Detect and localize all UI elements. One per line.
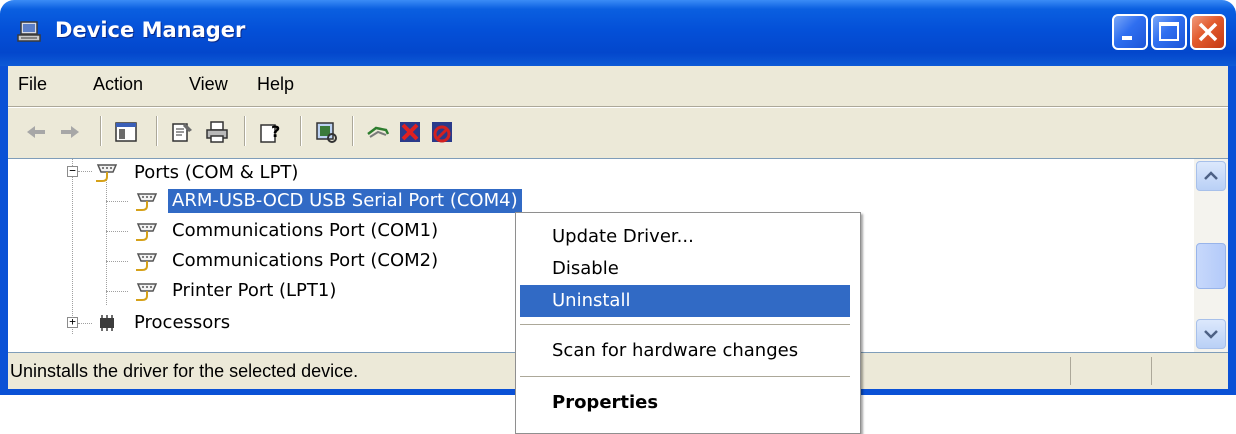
context-menu: Update Driver... Disable Uninstall Scan … — [515, 212, 861, 434]
toolbar-separator — [352, 116, 354, 146]
toolbar-separator — [300, 116, 302, 146]
tree-category-label: Ports (COM & LPT) — [134, 162, 299, 183]
port-icon — [136, 253, 158, 271]
processor-icon — [100, 315, 114, 331]
maximize-icon — [1159, 22, 1179, 41]
menu-item-label: Uninstall — [552, 290, 631, 311]
scan-hardware-icon[interactable] — [314, 120, 338, 144]
scroll-thumb[interactable] — [1196, 243, 1226, 289]
menu-item-label: Disable — [552, 258, 619, 279]
menu-item-label: Scan for hardware changes — [552, 340, 799, 361]
toolbar-separator — [100, 116, 102, 146]
back-arrow-icon[interactable] — [24, 120, 48, 144]
port-icon — [136, 223, 158, 241]
close-icon — [1198, 22, 1218, 42]
menu-action[interactable]: Action — [93, 74, 143, 95]
printer-port-icon — [136, 283, 158, 301]
device-manager-window: Device Manager File Action View Help ? −… — [0, 0, 1236, 434]
tree-item-label: Communications Port (COM1) — [172, 220, 439, 241]
minimize-button[interactable] — [1112, 14, 1148, 50]
scroll-up-button[interactable] — [1196, 161, 1226, 191]
window-title: Device Manager — [55, 18, 246, 42]
port-icon — [136, 193, 158, 211]
window-frame-right — [1228, 66, 1236, 419]
toolbar-separator — [244, 116, 246, 146]
show-hide-console-tree-icon[interactable] — [114, 120, 138, 144]
collapse-sign: − — [69, 164, 76, 177]
chevron-up-icon — [1204, 171, 1218, 180]
expand-toggle[interactable]: + — [67, 315, 78, 328]
toolbar-separator — [156, 116, 158, 146]
port-icon — [96, 164, 118, 182]
vertical-scrollbar[interactable] — [1194, 159, 1228, 352]
tree-item-label-selected: ARM-USB-OCD USB Serial Port (COM4) — [167, 188, 523, 214]
minimize-icon — [1122, 36, 1132, 40]
menu-item-disable[interactable]: Disable — [520, 253, 850, 285]
disable-icon[interactable] — [430, 120, 454, 144]
menu-view[interactable]: View — [189, 74, 228, 95]
menu-item-scan-hardware[interactable]: Scan for hardware changes — [520, 335, 850, 367]
tree-item-label: Communications Port (COM2) — [172, 250, 439, 271]
maximize-button[interactable] — [1151, 14, 1187, 50]
menu-bar: File Action View Help — [8, 66, 1228, 106]
uninstall-icon[interactable] — [398, 120, 422, 144]
forward-arrow-icon[interactable] — [58, 120, 82, 144]
help-icon[interactable]: ? — [258, 120, 282, 144]
tree-category-label: Processors — [134, 312, 231, 333]
print-icon[interactable] — [205, 120, 229, 144]
menu-item-properties[interactable]: Properties — [520, 387, 850, 419]
device-manager-icon — [17, 21, 41, 42]
status-divider — [1070, 357, 1071, 385]
scroll-down-button[interactable] — [1196, 319, 1226, 349]
menu-file[interactable]: File — [18, 74, 47, 95]
tree-item-arm-usb-ocd[interactable]: ARM-USB-OCD USB Serial Port (COM4) — [8, 187, 608, 215]
window-frame-left — [0, 66, 8, 419]
tree-item-label: Printer Port (LPT1) — [172, 280, 337, 301]
properties-icon[interactable] — [170, 120, 194, 144]
status-divider — [1151, 357, 1152, 385]
title-bar[interactable]: Device Manager — [0, 0, 1236, 66]
status-text: Uninstalls the driver for the selected d… — [10, 361, 359, 381]
menu-item-label: Properties — [552, 392, 659, 413]
collapse-toggle[interactable]: − — [67, 164, 78, 177]
menu-help[interactable]: Help — [257, 74, 294, 95]
menu-item-label: Update Driver... — [552, 226, 694, 247]
expand-sign: + — [69, 315, 76, 328]
chevron-down-icon — [1204, 330, 1218, 339]
toolbar: ? — [8, 108, 1228, 154]
update-driver-icon[interactable] — [366, 120, 390, 144]
menu-separator — [520, 324, 850, 325]
close-button[interactable] — [1190, 14, 1226, 50]
menu-item-uninstall[interactable]: Uninstall — [520, 285, 850, 317]
menu-separator — [520, 376, 850, 377]
tree-category-ports[interactable]: − Ports (COM & LPT) — [8, 159, 608, 187]
menu-item-update-driver[interactable]: Update Driver... — [520, 221, 850, 253]
svg-text:?: ? — [271, 122, 280, 141]
